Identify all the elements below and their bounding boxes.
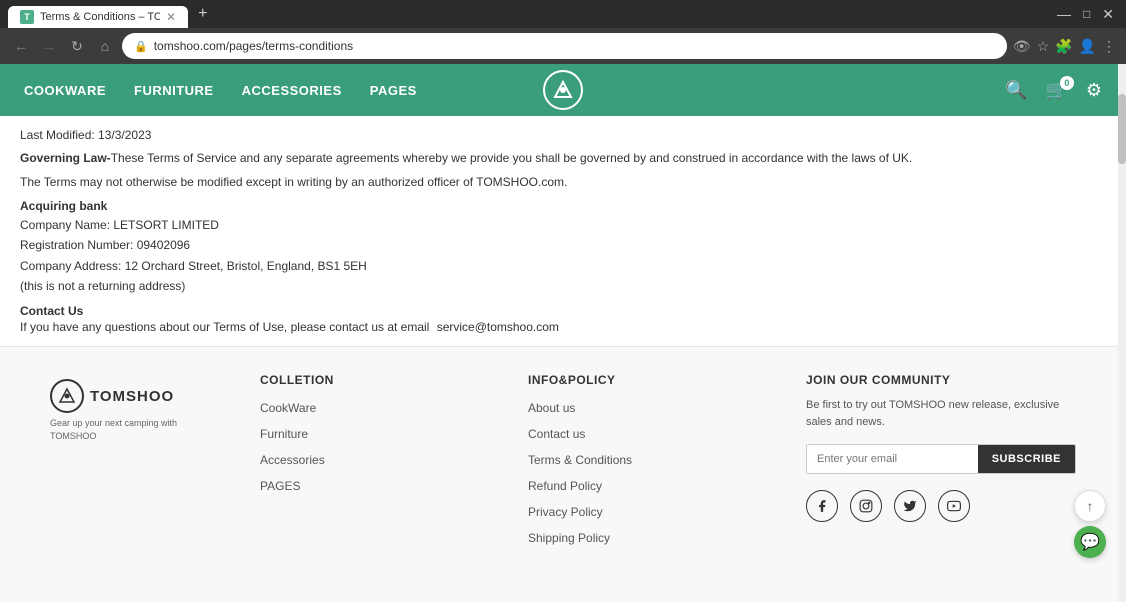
nav-cookware[interactable]: COOKWARE xyxy=(24,83,106,98)
contact-section: Contact Us If you have any questions abo… xyxy=(20,304,1106,334)
footer-furniture-link[interactable]: Furniture xyxy=(260,427,498,441)
footer-info-col: INFO&POLICY About us Contact us Terms & … xyxy=(518,373,776,602)
contact-email-link[interactable]: service@tomshoo.com xyxy=(437,320,559,334)
governing-law-title: Governing Law- xyxy=(20,151,111,165)
email-input[interactable] xyxy=(807,445,978,473)
browser-toolbar: ← → ↻ ⌂ 🔒 tomshoo.com/pages/terms-condit… xyxy=(0,28,1126,64)
footer-refund-link[interactable]: Refund Policy xyxy=(528,479,766,493)
footer-contact-link[interactable]: Contact us xyxy=(528,427,766,441)
logo-svg xyxy=(552,79,574,101)
footer-brand-name: TOMSHOO xyxy=(90,388,174,405)
extensions-icon[interactable]: 🧩 xyxy=(1055,38,1072,55)
governing-law-text: These Terms of Service and any separate … xyxy=(111,151,913,165)
footer-brand: TOMSHOO Gear up your next camping with T… xyxy=(50,373,220,602)
eye-off-icon[interactable]: 👁 xyxy=(1013,38,1031,55)
new-tab-button[interactable]: + xyxy=(192,5,213,23)
cart-button[interactable]: 🛒 0 xyxy=(1045,80,1067,101)
governing-law-section: Governing Law-These Terms of Service and… xyxy=(20,148,1106,168)
bookmark-icon[interactable]: ☆ xyxy=(1037,38,1050,55)
reg-number: Registration Number: 09402096 xyxy=(20,235,1106,255)
social-icons-row xyxy=(806,490,1076,522)
forward-button[interactable]: → xyxy=(38,35,60,57)
community-title: JOIN OUR COMMUNITY xyxy=(806,373,1076,387)
contact-us-intro: If you have any questions about our Term… xyxy=(20,320,429,334)
subscribe-button[interactable]: SUBSCRIBE xyxy=(978,445,1075,473)
nav-links: COOKWARE FURNITURE ACCESSORIES PAGES xyxy=(24,83,417,98)
settings-button[interactable]: ⚙ xyxy=(1086,80,1102,101)
footer-accessories-link[interactable]: Accessories xyxy=(260,453,498,467)
company-name: Company Name: LETSORT LIMITED xyxy=(20,215,1106,235)
refresh-button[interactable]: ↻ xyxy=(66,35,88,57)
footer-about-link[interactable]: About us xyxy=(528,401,766,415)
footer-pages-link[interactable]: PAGES xyxy=(260,479,498,493)
close-window-icon[interactable]: ✕ xyxy=(1098,6,1118,23)
footer-logo-icon xyxy=(50,379,84,413)
footer-logo: TOMSHOO xyxy=(50,379,220,413)
community-desc: Be first to try out TOMSHOO new release,… xyxy=(806,397,1076,430)
secure-icon: 🔒 xyxy=(134,40,148,53)
youtube-icon[interactable] xyxy=(938,490,970,522)
twitter-icon[interactable] xyxy=(894,490,926,522)
maximize-icon[interactable]: □ xyxy=(1079,7,1094,21)
scroll-to-top-button[interactable]: ↑ xyxy=(1074,490,1106,522)
nav-accessories[interactable]: ACCESSORIES xyxy=(242,83,342,98)
home-button[interactable]: ⌂ xyxy=(94,35,116,57)
tab-favicon: T xyxy=(20,10,34,24)
facebook-icon[interactable] xyxy=(806,490,838,522)
minimize-icon[interactable]: — xyxy=(1053,6,1075,22)
site-nav: COOKWARE FURNITURE ACCESSORIES PAGES 🔍 🛒… xyxy=(0,64,1126,116)
url-text: tomshoo.com/pages/terms-conditions xyxy=(154,39,353,53)
footer-community-col: JOIN OUR COMMUNITY Be first to try out T… xyxy=(786,373,1076,602)
nav-actions: 🔍 🛒 0 ⚙ xyxy=(1005,80,1102,101)
contact-us-text: If you have any questions about our Term… xyxy=(20,320,1106,334)
cart-badge: 0 xyxy=(1060,76,1074,90)
collection-title: COLLETION xyxy=(260,373,498,387)
footer-privacy-link[interactable]: Privacy Policy xyxy=(528,505,766,519)
acquiring-bank-section: Acquiring bank Company Name: LETSORT LIM… xyxy=(20,199,1106,297)
acquiring-bank-title: Acquiring bank xyxy=(20,199,1106,213)
footer-collection-col: COLLETION CookWare Furniture Accessories… xyxy=(230,373,508,602)
tab-close-icon[interactable]: ✕ xyxy=(166,10,176,24)
tab-title: Terms & Conditions – TOMSH... xyxy=(40,11,160,23)
nav-pages[interactable]: PAGES xyxy=(370,83,417,98)
last-modified: Last Modified: 13/3/2023 xyxy=(20,122,1106,148)
address-note: (this is not a returning address) xyxy=(20,276,1106,296)
profile-icon[interactable]: 👤 xyxy=(1079,38,1096,55)
back-button[interactable]: ← xyxy=(10,35,32,57)
footer-cookware-link[interactable]: CookWare xyxy=(260,401,498,415)
site-logo[interactable] xyxy=(543,70,583,110)
scrollbar-thumb[interactable] xyxy=(1118,94,1126,164)
logo-circle xyxy=(543,70,583,110)
search-button[interactable]: 🔍 xyxy=(1005,80,1027,101)
instagram-icon[interactable] xyxy=(850,490,882,522)
terms-note: The Terms may not otherwise be modified … xyxy=(20,172,1106,192)
browser-chrome: T Terms & Conditions – TOMSH... ✕ + — □ … xyxy=(0,0,1126,28)
company-address: Company Address: 12 Orchard Street, Bris… xyxy=(20,256,1106,276)
footer: TOMSHOO Gear up your next camping with T… xyxy=(0,347,1126,602)
email-subscribe-form: SUBSCRIBE xyxy=(806,444,1076,474)
contact-us-title: Contact Us xyxy=(20,304,1106,318)
footer-terms-link[interactable]: Terms & Conditions xyxy=(528,453,766,467)
footer-logo-svg xyxy=(58,387,76,405)
nav-furniture[interactable]: FURNITURE xyxy=(134,83,214,98)
address-bar[interactable]: 🔒 tomshoo.com/pages/terms-conditions xyxy=(122,33,1007,59)
footer-tagline: Gear up your next camping with TOMSHOO xyxy=(50,417,220,442)
menu-icon[interactable]: ⋮ xyxy=(1102,38,1116,55)
chat-button[interactable]: 💬 xyxy=(1074,526,1106,558)
main-content: Last Modified: 13/3/2023 Governing Law-T… xyxy=(0,116,1126,347)
footer-shipping-link[interactable]: Shipping Policy xyxy=(528,531,766,545)
browser-tab[interactable]: T Terms & Conditions – TOMSH... ✕ xyxy=(8,6,188,28)
scrollbar-track[interactable] xyxy=(1118,64,1126,602)
info-title: INFO&POLICY xyxy=(528,373,766,387)
